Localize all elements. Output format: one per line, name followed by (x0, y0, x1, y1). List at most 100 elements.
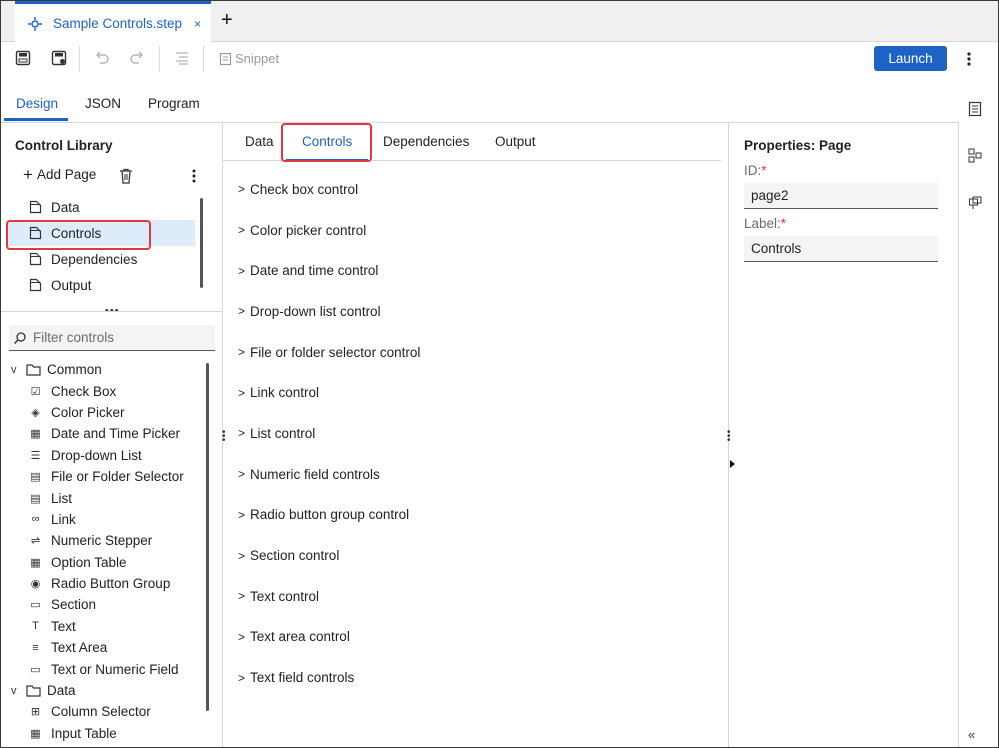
numeric-stepper-icon: ⇌ (30, 535, 41, 548)
text-field-icon: ▭ (30, 663, 41, 676)
section-row[interactable]: > Link control (238, 372, 708, 413)
save-as-icon[interactable] (50, 49, 68, 67)
library-options-icon[interactable] (190, 168, 198, 184)
tab-program[interactable]: Program (148, 96, 200, 111)
tree-group-label: Common (47, 362, 102, 378)
properties-panel-icon[interactable] (968, 101, 982, 117)
label-field[interactable]: Controls (744, 236, 938, 262)
list-icon: ▤ (30, 492, 41, 505)
tree-item[interactable]: ☰ Drop-down List (1, 445, 206, 466)
section-row[interactable]: > Numeric field controls (238, 454, 708, 495)
tree-item-label: Numeric Stepper (51, 533, 153, 549)
section-row[interactable]: > Text area control (238, 617, 708, 658)
redo-icon[interactable] (128, 49, 146, 67)
page-icon (29, 252, 42, 266)
tree-item-label: List (51, 490, 73, 506)
close-tab-icon[interactable]: × (194, 17, 201, 31)
calendar-icon: ▦ (30, 428, 41, 441)
tree-item-label: Section (51, 597, 97, 613)
new-tab-button[interactable]: + (221, 10, 233, 30)
file-selector-icon: ▤ (30, 471, 41, 484)
section-icon: ▭ (30, 599, 41, 612)
tree-item[interactable]: ⊞ Column Selector (1, 701, 206, 722)
page-item-controls[interactable]: Controls (6, 220, 195, 250)
chevron-right-icon: > (238, 426, 246, 441)
section-row[interactable]: > Check box control (238, 169, 708, 210)
delete-page-icon[interactable] (119, 168, 133, 184)
section-title: Drop-down list control (250, 303, 381, 319)
add-page-label: Add Page (36, 167, 97, 182)
filter-controls-input[interactable] (33, 330, 203, 345)
tree-item[interactable]: T Text (1, 616, 206, 637)
section-row[interactable]: > File or folder selector control (238, 332, 708, 373)
section-row[interactable]: > Section control (238, 535, 708, 576)
document-tab[interactable]: Sample Controls.step × (15, 1, 211, 43)
undo-icon[interactable] (93, 49, 111, 67)
tree-item[interactable]: ◈ Color Picker (1, 402, 206, 423)
tree-item[interactable]: ▭ Section (1, 594, 206, 615)
color-picker-icon: ◈ (31, 406, 40, 419)
snippet-button[interactable]: Snippet (219, 51, 279, 66)
page-list: Data Controls Dependencies Output (6, 194, 195, 298)
tree-item[interactable]: ▤ File or Folder Selector (1, 466, 206, 487)
tree-item-label: Date and Time Picker (51, 426, 181, 442)
section-row[interactable]: > Text control (238, 576, 708, 617)
page-tab-dependencies[interactable]: Dependencies (383, 134, 469, 149)
tree-item-label: Color Picker (51, 404, 125, 420)
tree-item[interactable]: ▭ Text or Numeric Field (1, 658, 206, 679)
collapse-rail-icon[interactable]: « (968, 727, 975, 742)
launch-button[interactable]: Launch (874, 46, 947, 71)
outline-panel-icon[interactable] (968, 195, 982, 211)
tree-item[interactable]: ☑ Check Box (1, 380, 206, 401)
dependencies-panel-icon[interactable] (968, 147, 982, 163)
section-row[interactable]: > Text field controls (238, 657, 708, 698)
folder-icon (26, 685, 41, 697)
chevron-right-icon: > (238, 304, 246, 319)
chevron-down-icon[interactable]: v (11, 685, 21, 697)
control-tree: v Common ☑ Check Box ◈ Color Picker ▦ Date and … (1, 359, 206, 744)
tree-item-label: Column Selector (51, 704, 151, 720)
id-label: ID:* (744, 163, 767, 178)
section-row[interactable]: > List control (238, 413, 708, 454)
id-field[interactable]: page2 (744, 183, 938, 209)
more-options-icon[interactable] (964, 49, 974, 69)
tree-item[interactable]: ⇌ Numeric Stepper (1, 530, 206, 551)
section-row[interactable]: > Drop-down list control (238, 291, 708, 332)
tree-item[interactable]: ▦ Option Table (1, 552, 206, 573)
page-tab-data[interactable]: Data (245, 134, 274, 149)
chevron-down-icon[interactable]: v (11, 364, 21, 376)
save-icon[interactable] (14, 49, 32, 67)
format-icon[interactable] (173, 49, 191, 67)
page-item-dependencies[interactable]: Dependencies (7, 246, 195, 272)
view-tabs: Design JSON Program (1, 89, 959, 123)
tree-item[interactable]: ◉ Radio Button Group (1, 573, 206, 594)
section-row[interactable]: > Color picker control (238, 210, 708, 251)
section-title: Check box control (250, 181, 359, 197)
tree-item[interactable]: ≡ Text Area (1, 637, 206, 658)
tree-item-label: Link (51, 511, 76, 527)
tree-group-data[interactable]: v Data (1, 680, 206, 701)
tree-group-common[interactable]: v Common (1, 359, 206, 380)
tree-item[interactable]: ∞ Link (1, 509, 206, 530)
id-label-text: ID: (744, 163, 762, 178)
tree-item[interactable]: ▦ Input Table (1, 723, 206, 744)
tree-item[interactable]: ▤ List (1, 487, 206, 508)
page-tab-output[interactable]: Output (495, 134, 536, 149)
chevron-right-icon: > (238, 223, 246, 238)
section-row[interactable]: > Date and time control (238, 250, 708, 291)
section-row[interactable]: > Radio button group control (238, 495, 708, 536)
page-item-data[interactable]: Data (7, 194, 195, 220)
tab-design[interactable]: Design (16, 96, 58, 111)
page-item-output[interactable]: Output (7, 272, 195, 298)
page-item-label: Data (51, 199, 80, 215)
add-page-button[interactable]: + Add Page (23, 166, 97, 183)
chevron-right-icon: > (238, 263, 246, 278)
section-title: Link control (250, 385, 320, 401)
filter-controls-field[interactable] (9, 325, 215, 351)
tree-item[interactable]: ▦ Date and Time Picker (1, 423, 206, 444)
section-title: List control (250, 425, 316, 441)
control-tree-scrollbar[interactable] (206, 363, 209, 711)
tab-json[interactable]: JSON (85, 96, 121, 111)
control-library-pane: Control Library + Add Page Data Controls… (1, 123, 223, 747)
page-list-scrollbar[interactable] (200, 198, 203, 288)
